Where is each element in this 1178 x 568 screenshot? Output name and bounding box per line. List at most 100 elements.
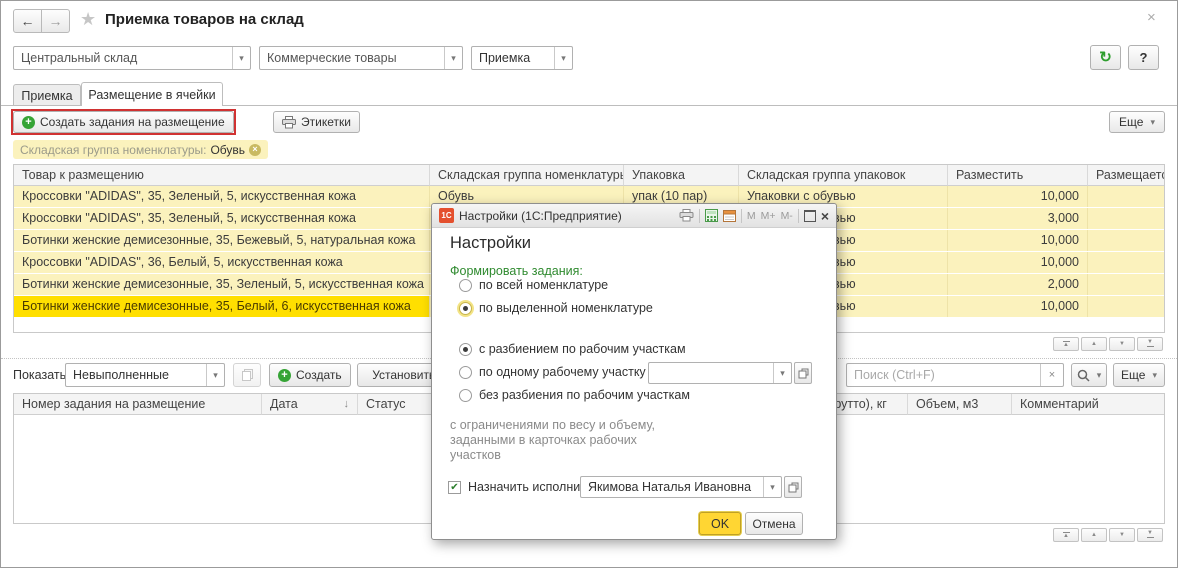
- cell-qty[interactable]: 10,000: [948, 252, 1088, 273]
- create-task-button[interactable]: + Создать: [269, 363, 351, 387]
- executor-select[interactable]: Якимова Наталья Ивановна ▾: [580, 476, 782, 498]
- column-header-group[interactable]: Складская группа номенклатуры: [430, 165, 624, 186]
- radio-icon: [459, 389, 472, 402]
- refresh-button[interactable]: ↻: [1090, 45, 1121, 70]
- cell-product[interactable]: Ботинки женские демисезонные, 35, Белый,…: [14, 296, 430, 317]
- help-button[interactable]: ?: [1128, 45, 1159, 70]
- cell-qty[interactable]: 10,000: [948, 230, 1088, 251]
- cell-placing[interactable]: [1088, 274, 1164, 295]
- radio-label: с разбиением по рабочим участкам: [479, 342, 686, 356]
- search-input[interactable]: [847, 364, 1040, 386]
- radio-single-work-area[interactable]: по одному рабочему участку: [459, 365, 646, 379]
- column-header-pack-group[interactable]: Складская группа упаковок: [739, 165, 948, 186]
- radio-split-by-work-areas[interactable]: с разбиением по рабочим участкам: [459, 342, 686, 356]
- column-header-date[interactable]: Дата ↓: [262, 394, 358, 415]
- cell-product[interactable]: Кроссовки "ADIDAS", 35, Зеленый, 5, иску…: [14, 186, 430, 207]
- cell-placing[interactable]: [1088, 296, 1164, 317]
- remove-filter-icon[interactable]: ×: [249, 144, 261, 156]
- form-tasks-group-label: Формировать задания:: [450, 264, 583, 278]
- copy-button[interactable]: [233, 363, 261, 387]
- executor-value: Якимова Наталья Ивановна: [581, 480, 763, 494]
- open-icon: [798, 368, 809, 379]
- show-label: Показать:: [13, 368, 70, 382]
- scroll-up-button[interactable]: ▲: [1081, 528, 1107, 542]
- scroll-first-button[interactable]: ▲: [1053, 528, 1079, 542]
- sort-desc-icon: ↓: [344, 398, 350, 410]
- show-filter-value: Невыполненные: [66, 368, 206, 382]
- tab-placement[interactable]: Размещение в ячейки: [81, 82, 223, 106]
- open-work-area-button[interactable]: [794, 362, 812, 384]
- button-label: Еще: [1119, 115, 1143, 129]
- cell-product[interactable]: Кроссовки "ADIDAS", 36, Белый, 5, искусс…: [14, 252, 430, 273]
- chevron-down-icon: ▾: [232, 47, 250, 69]
- cell-qty[interactable]: 3,000: [948, 208, 1088, 229]
- labels-button[interactable]: Этикетки: [273, 111, 360, 133]
- column-header-placing[interactable]: Размещается: [1088, 165, 1164, 186]
- radio-icon: [459, 366, 472, 379]
- more-button-tasks[interactable]: Еще ▾: [1113, 363, 1165, 387]
- calendar-icon[interactable]: [723, 209, 736, 222]
- close-form-icon[interactable]: ×: [1147, 10, 1156, 25]
- print-icon[interactable]: [679, 209, 694, 222]
- cell-placing[interactable]: [1088, 208, 1164, 229]
- calculator-icon[interactable]: [705, 209, 718, 222]
- scroll-down-icon: ▼: [1147, 531, 1153, 536]
- cell-placing[interactable]: [1088, 230, 1164, 251]
- column-header-volume[interactable]: Объем, м3: [908, 394, 1012, 415]
- scroll-down-button[interactable]: ▼: [1109, 337, 1135, 351]
- weight-volume-note: с ограничениями по весу и объему, заданн…: [450, 418, 668, 463]
- memory-recall-button[interactable]: M: [747, 210, 756, 222]
- page-title: Приемка товаров на склад: [105, 11, 304, 28]
- radio-all-nomenclature[interactable]: по всей номенклатуре: [459, 278, 608, 292]
- dialog-close-icon[interactable]: ×: [821, 209, 829, 223]
- column-header-comment[interactable]: Комментарий: [1012, 394, 1164, 415]
- column-header-qty[interactable]: Разместить: [948, 165, 1088, 186]
- scroll-up-button[interactable]: ▲: [1081, 337, 1107, 351]
- open-executor-button[interactable]: [784, 476, 802, 498]
- scroll-up-icon: ▲: [1063, 343, 1069, 348]
- operation-select[interactable]: Приемка ▾: [471, 46, 573, 70]
- cell-product[interactable]: Ботинки женские демисезонные, 35, Зелены…: [14, 274, 430, 295]
- scroll-up-icon: ▲: [1091, 533, 1097, 538]
- cell-placing[interactable]: [1088, 252, 1164, 273]
- radio-label: по всей номенклатуре: [479, 278, 608, 292]
- scroll-first-button[interactable]: ▲: [1053, 337, 1079, 351]
- product-group-select[interactable]: Коммерческие товары ▾: [259, 46, 463, 70]
- cell-qty[interactable]: 2,000: [948, 274, 1088, 295]
- cell-product[interactable]: Кроссовки "ADIDAS", 35, Зеленый, 5, иску…: [14, 208, 430, 229]
- cell-qty[interactable]: 10,000: [948, 296, 1088, 317]
- scroll-last-button[interactable]: ▼: [1137, 337, 1163, 351]
- warehouse-select[interactable]: Центральный склад ▾: [13, 46, 251, 70]
- maximize-icon[interactable]: [804, 210, 816, 222]
- radio-selected-nomenclature[interactable]: по выделенной номенклатуре: [459, 301, 653, 315]
- forward-button[interactable]: →: [42, 9, 70, 33]
- column-header-pack[interactable]: Упаковка: [624, 165, 739, 186]
- create-placement-tasks-button[interactable]: + Создать задания на размещение: [13, 111, 234, 133]
- tab-receipt[interactable]: Приемка: [13, 84, 81, 106]
- button-label: OK: [711, 517, 729, 531]
- column-header-product[interactable]: Товар к размещению: [14, 165, 430, 186]
- chevron-down-icon: ▾: [763, 477, 781, 497]
- radio-checked-icon: [459, 343, 472, 356]
- radio-no-split[interactable]: без разбиения по рабочим участкам: [459, 388, 690, 402]
- scroll-last-button[interactable]: ▼: [1137, 528, 1163, 542]
- back-button[interactable]: ←: [13, 9, 42, 33]
- favorite-star-icon[interactable]: ★: [80, 10, 96, 28]
- cell-product[interactable]: Ботинки женские демисезонные, 35, Бежевы…: [14, 230, 430, 251]
- button-label: Создать задания на размещение: [40, 115, 225, 129]
- cell-placing[interactable]: [1088, 186, 1164, 207]
- search-button[interactable]: ▾: [1071, 363, 1107, 387]
- memory-add-button[interactable]: M+: [761, 210, 776, 222]
- work-area-select[interactable]: ▾: [648, 362, 792, 384]
- cancel-button[interactable]: Отмена: [745, 512, 803, 535]
- chevron-down-icon: ▾: [444, 47, 462, 69]
- dialog-titlebar: 1С Настройки (1С:Предприятие) M M+ M- ×: [432, 204, 836, 228]
- cell-qty[interactable]: 10,000: [948, 186, 1088, 207]
- clear-search-icon[interactable]: ×: [1040, 364, 1063, 386]
- memory-subtract-button[interactable]: M-: [781, 210, 793, 222]
- ok-button[interactable]: OK: [699, 512, 741, 535]
- more-button-top[interactable]: Еще ▾: [1109, 111, 1165, 133]
- scroll-down-button[interactable]: ▼: [1109, 528, 1135, 542]
- show-filter-select[interactable]: Невыполненные ▾: [65, 363, 225, 387]
- column-header-task-number[interactable]: Номер задания на размещение: [14, 394, 262, 415]
